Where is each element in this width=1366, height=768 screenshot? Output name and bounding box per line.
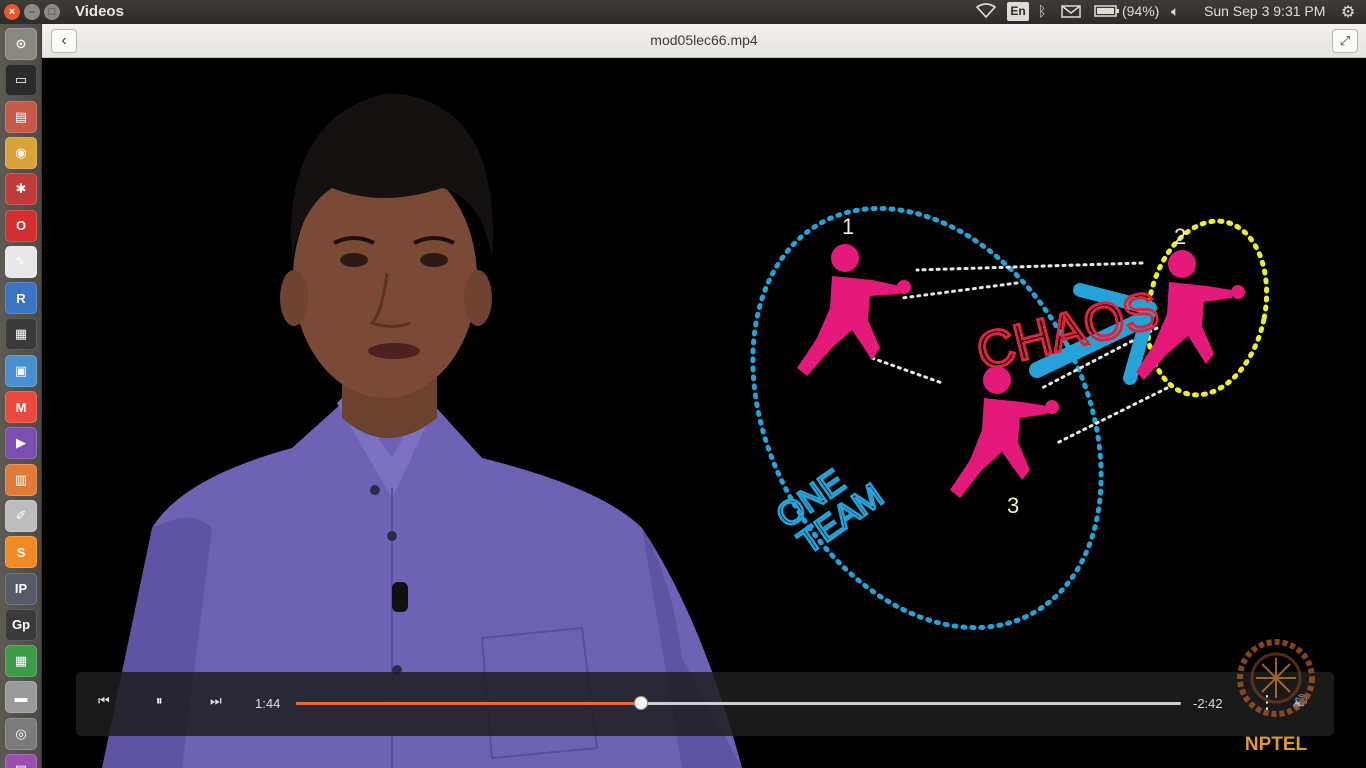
launcher-presentation-icon[interactable]: ▥	[5, 463, 37, 496]
launcher-settings-tool-icon[interactable]: ✱	[5, 173, 37, 206]
launcher: ⊙▭▤◉✱O✎R▦▣M▶▥✐SIPGp▦▬◎▤	[0, 24, 42, 768]
top-panel: × – □ Videos En ᛒ (94%) 🔈︎ Sun Sep 3 9:3…	[0, 0, 1366, 24]
close-window-button[interactable]: ×	[4, 4, 20, 20]
team-number-1: 1	[842, 214, 854, 239]
launcher-document-icon[interactable]: ▣	[5, 354, 37, 387]
mail-icon[interactable]	[1061, 3, 1081, 22]
clock[interactable]: Sun Sep 3 9:31 PM	[1204, 3, 1325, 19]
maximize-window-button[interactable]: □	[44, 4, 60, 20]
battery-percentage: (94%)	[1122, 3, 1160, 19]
video-frame[interactable]: CHAOS ONE TEAM 1 2 3	[42, 58, 1366, 768]
presenter-figure	[102, 93, 742, 768]
launcher-ipython-icon[interactable]: IP	[5, 572, 37, 605]
launcher-text-editor-icon[interactable]: ✐	[5, 499, 37, 532]
header-bar: ‹ mod05lec66.mp4 ⤢	[42, 24, 1366, 58]
launcher-disk-icon[interactable]: ◎	[5, 717, 37, 750]
launcher-opera-icon[interactable]: O	[5, 209, 37, 242]
pause-button[interactable]: ⏸	[156, 693, 163, 709]
launcher-dash-home-icon[interactable]: ⊙	[5, 28, 37, 60]
gear-icon[interactable]: ⚙	[1341, 2, 1355, 22]
seek-bar-fill	[296, 702, 642, 705]
launcher-sublime-icon[interactable]: S	[5, 536, 37, 569]
launcher-misc-icon[interactable]: ▤	[5, 754, 37, 768]
team-number-3: 3	[1007, 493, 1019, 518]
team-number-2: 2	[1174, 224, 1186, 249]
nptel-logo: NPTEL	[1228, 636, 1324, 756]
launcher-drive-icon[interactable]: ▬	[5, 681, 37, 714]
launcher-gmail-icon[interactable]: M	[5, 391, 37, 423]
launcher-chrome-icon[interactable]: ◉	[5, 136, 37, 169]
next-button[interactable]: ⏭	[210, 693, 222, 709]
fullscreen-button[interactable]: ⤢	[1332, 29, 1358, 53]
launcher-r-language-icon[interactable]: R	[5, 282, 37, 315]
launcher-reader-icon[interactable]: ✎	[5, 245, 37, 278]
bluetooth-icon[interactable]: ᛒ	[1038, 3, 1046, 19]
launcher-terminal-icon[interactable]: ▭	[5, 64, 37, 97]
remaining-time: -2:42	[1193, 696, 1223, 711]
nptel-text: NPTEL	[1245, 734, 1308, 755]
elapsed-time: 1:44	[255, 696, 281, 711]
seek-bar[interactable]	[296, 696, 1181, 710]
launcher-files-icon[interactable]: ▤	[5, 100, 37, 133]
launcher-media-player-icon[interactable]: ▶	[5, 427, 37, 460]
keyboard-layout-indicator[interactable]: En	[1007, 2, 1029, 21]
launcher-video-editor-icon[interactable]: ▦	[5, 318, 37, 351]
battery-icon[interactable]	[1094, 3, 1120, 22]
app-title: Videos	[75, 3, 124, 20]
player-controls: ⏮ ⏸ ⏭ 1:44 -2:42 ⋮ 🔊	[76, 672, 1334, 736]
wifi-icon[interactable]	[975, 3, 997, 22]
whiteboard-diagram: CHAOS ONE TEAM 1 2 3	[750, 205, 1270, 631]
launcher-gp-icon[interactable]: Gp	[5, 608, 37, 641]
minimize-window-button[interactable]: –	[24, 4, 40, 20]
launcher-spreadsheet-icon[interactable]: ▦	[5, 645, 37, 678]
volume-tray-icon[interactable]: 🔈︎	[1171, 3, 1179, 20]
previous-button[interactable]: ⏮	[98, 693, 110, 709]
seek-handle[interactable]	[634, 696, 649, 710]
file-title: mod05lec66.mp4	[650, 32, 758, 48]
